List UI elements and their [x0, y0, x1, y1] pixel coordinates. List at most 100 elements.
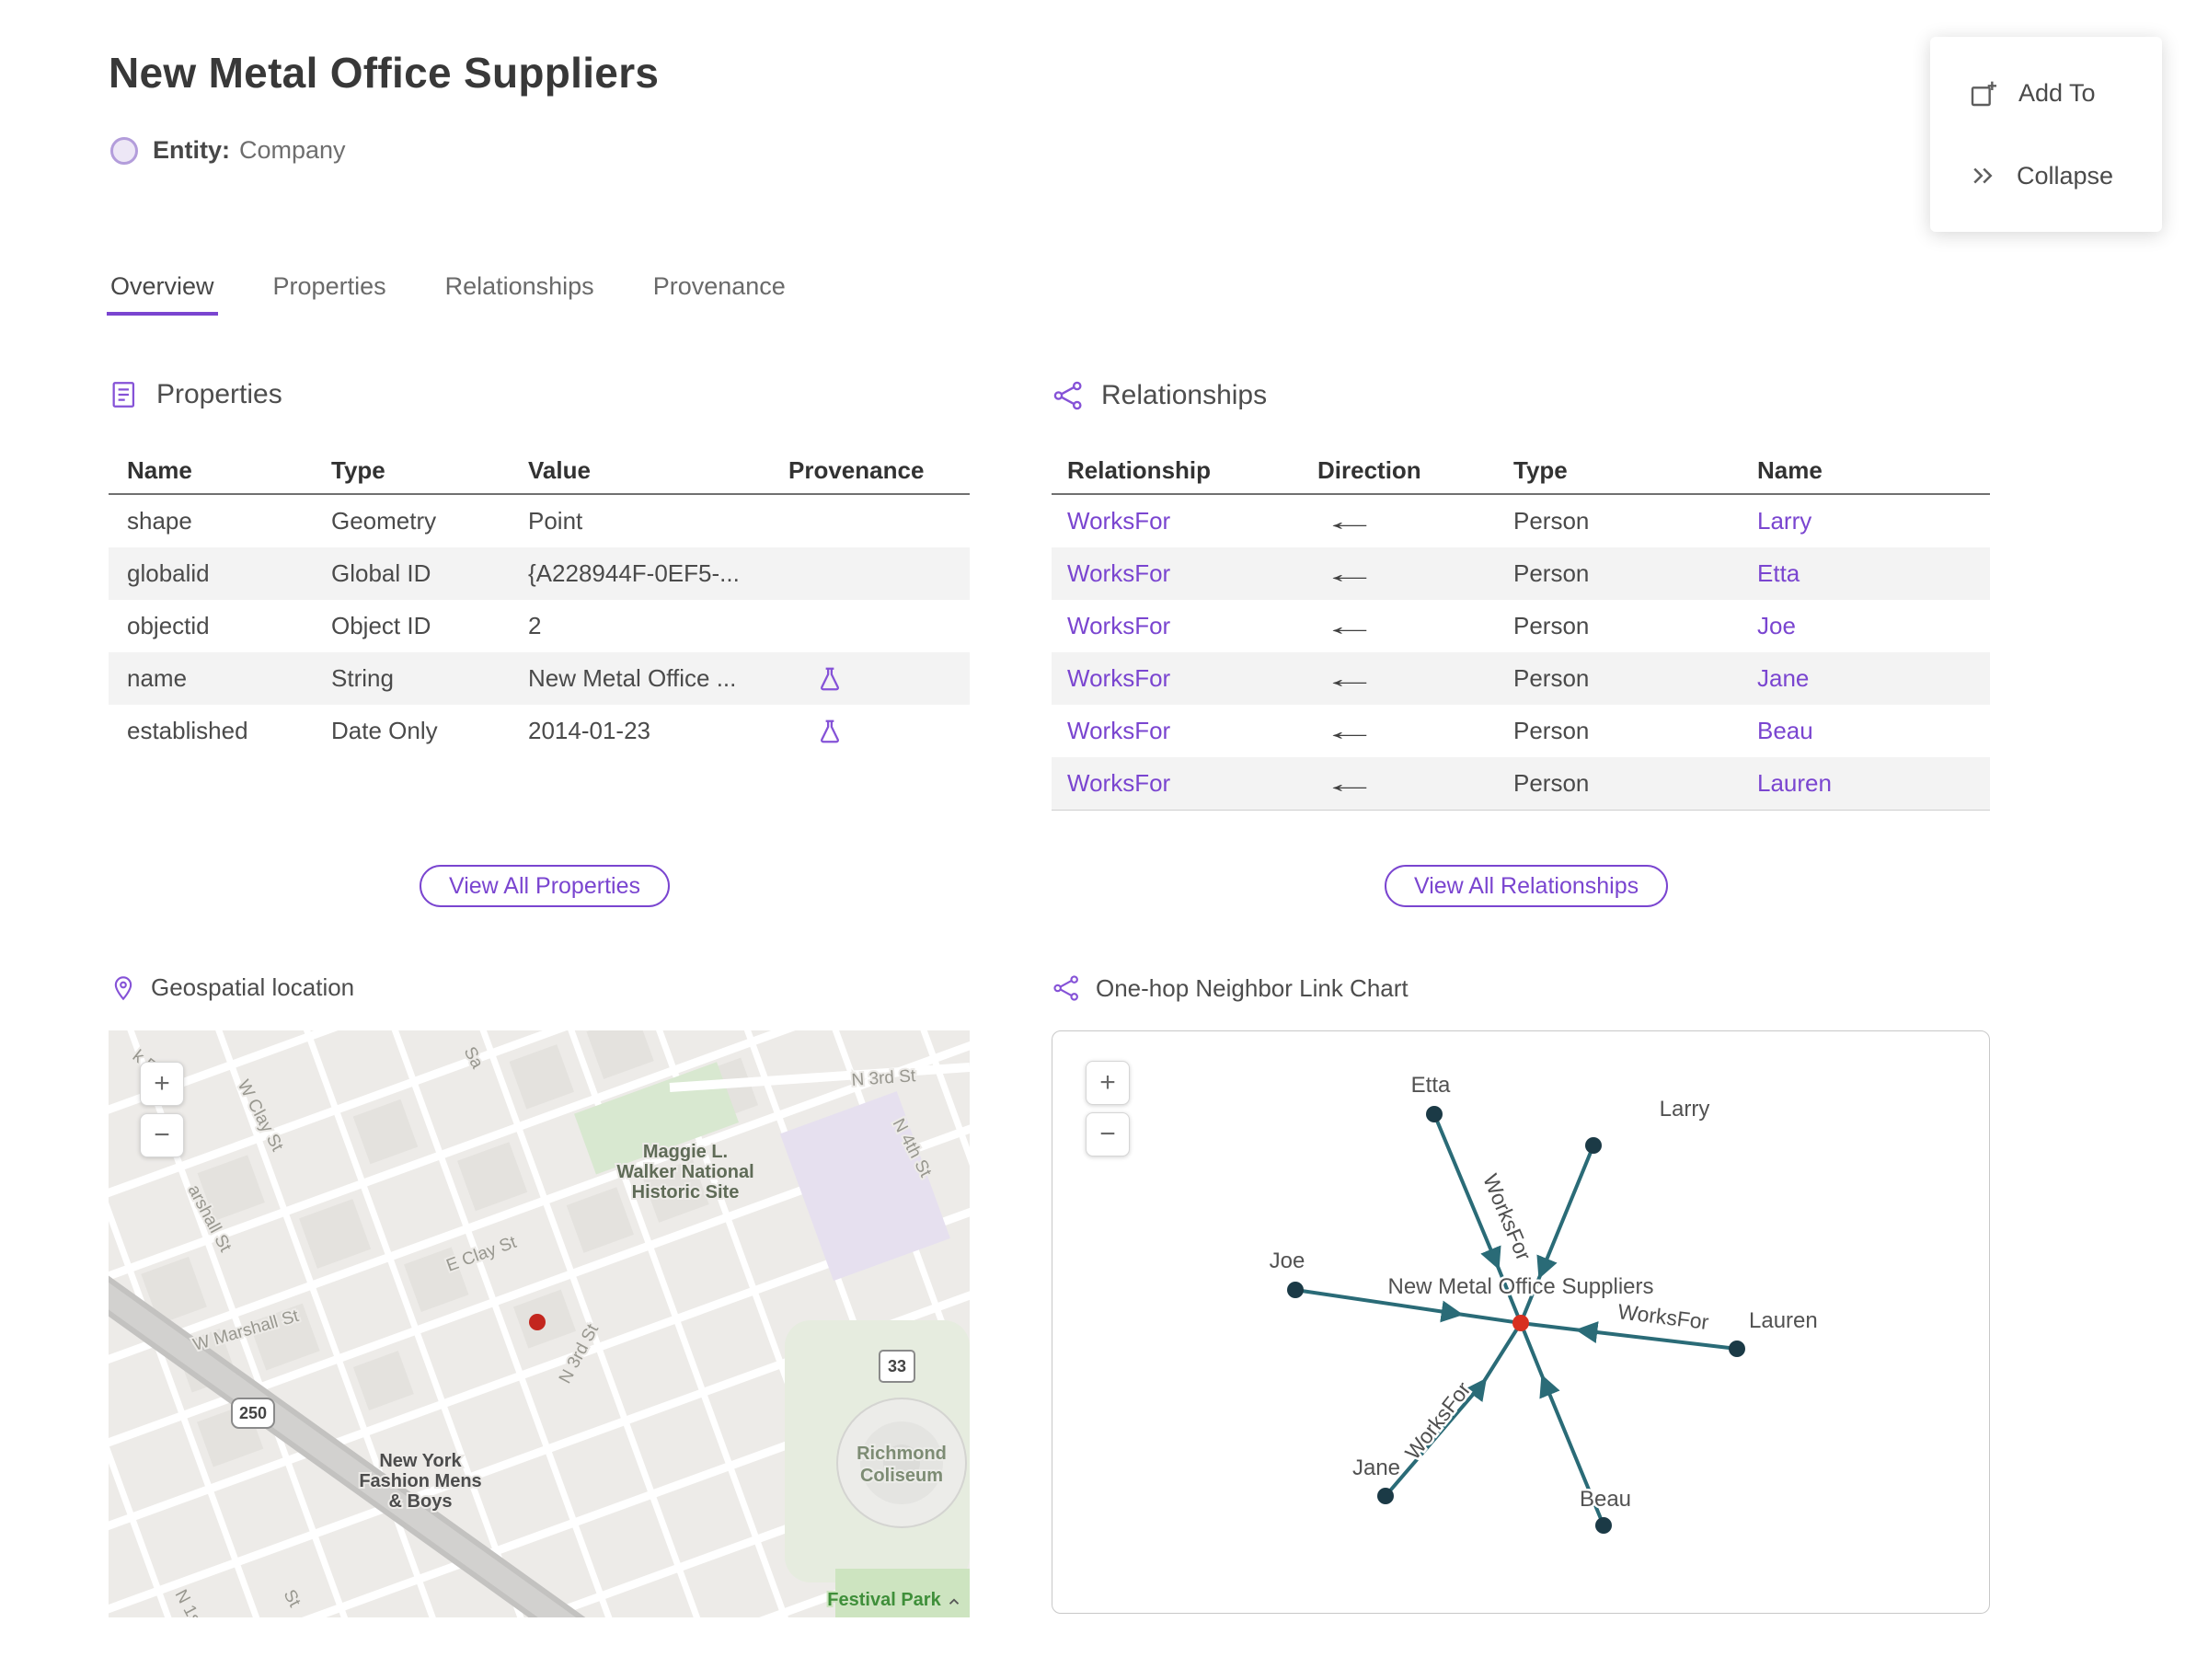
related-entity-link[interactable]: Jane [1757, 664, 1987, 693]
entity-label: Entity: [153, 136, 230, 164]
relationship-row: WorksFor ← Person Larry [1052, 495, 1990, 547]
related-entity-link[interactable]: Beau [1757, 717, 1987, 745]
direction-arrow-left-icon: ← [1321, 663, 1378, 693]
property-type: Object ID [331, 612, 431, 639]
tab-provenance[interactable]: Provenance [651, 272, 788, 316]
related-entity-link[interactable]: Joe [1757, 612, 1987, 640]
node-label-etta: Etta [1411, 1073, 1451, 1098]
properties-table: Name Type Value Provenance shape Geometr… [109, 447, 970, 757]
provenance-flask-icon[interactable] [816, 718, 970, 745]
link-chart-section-title: One-hop Neighbor Link Chart [1096, 973, 1409, 1002]
entity-row: Entity: Company [110, 136, 346, 165]
add-to-icon [1969, 79, 1998, 109]
properties-section-header: Properties [109, 379, 282, 410]
entity-type-icon [110, 136, 138, 165]
route-shield-250: 250 [231, 1398, 275, 1429]
col-provenance: Provenance [788, 455, 925, 484]
direction-arrow-left-icon: ← [1321, 768, 1378, 798]
relationship-link[interactable]: WorksFor [1067, 507, 1317, 535]
center-node-label: New Metal Office Suppliers [1387, 1274, 1653, 1299]
map-place-label: New York [379, 1451, 462, 1471]
tab-bar: Overview Properties Relationships Proven… [107, 272, 788, 316]
map-pin-icon [114, 975, 132, 1000]
col-relationship: Relationship [1067, 455, 1212, 484]
property-value: 2 [528, 612, 542, 639]
related-entity-link[interactable]: Etta [1757, 559, 1987, 588]
map-place-label: & Boys [389, 1491, 453, 1512]
relationship-row: WorksFor ← Person Beau [1052, 705, 1990, 757]
geospatial-map[interactable]: k Rd Sa W Clay St arshall St W Marshall … [109, 1030, 970, 1617]
map-zoom-out-button[interactable]: − [140, 1113, 184, 1157]
direction-arrow-left-icon: ← [1321, 558, 1378, 588]
node-larry[interactable] [1585, 1137, 1602, 1154]
tab-overview[interactable]: Overview [107, 272, 218, 316]
collapse-label: Collapse [2017, 161, 2114, 190]
node-jane[interactable] [1377, 1488, 1394, 1504]
relationships-section-title: Relationships [1101, 380, 1268, 410]
col-value: Value [528, 455, 591, 484]
link-chart-icon [1053, 975, 1078, 1001]
node-etta[interactable] [1426, 1106, 1443, 1122]
add-to-button[interactable]: Add To [1969, 79, 2162, 109]
property-row: name String New Metal Office ... [109, 652, 970, 705]
relationship-link[interactable]: WorksFor [1067, 769, 1317, 798]
relationship-link[interactable]: WorksFor [1067, 717, 1317, 745]
related-entity-link[interactable]: Larry [1757, 507, 1987, 535]
link-chart[interactable]: WorksFor WorksFor WorksFor Etta Larry Jo… [1052, 1030, 1990, 1614]
property-type: Date Only [331, 717, 438, 744]
col-name: Name [127, 455, 192, 484]
chart-zoom-out-button[interactable]: − [1086, 1112, 1130, 1156]
page-title: New Metal Office Suppliers [109, 49, 660, 97]
relationship-link[interactable]: WorksFor [1067, 612, 1317, 640]
property-value: {A228944F-0EF5-... [528, 559, 740, 587]
related-entity-link[interactable]: Lauren [1757, 769, 1987, 798]
chart-zoom-in-button[interactable]: + [1086, 1061, 1130, 1105]
node-label-joe: Joe [1270, 1248, 1305, 1273]
relationship-link[interactable]: WorksFor [1067, 559, 1317, 588]
link-chart-section-header: One-hop Neighbor Link Chart [1052, 973, 1409, 1003]
node-center[interactable] [1512, 1315, 1529, 1331]
tab-properties[interactable]: Properties [271, 272, 388, 316]
property-value: 2014-01-23 [528, 717, 650, 744]
map-entity-marker[interactable] [529, 1314, 546, 1330]
svg-text:33: 33 [888, 1357, 906, 1375]
property-type: String [331, 664, 394, 692]
entity-type-value: Company [239, 136, 346, 164]
property-name: established [127, 717, 248, 744]
node-beau[interactable] [1595, 1517, 1612, 1534]
direction-arrow-left-icon: ← [1321, 506, 1378, 535]
property-type: Geometry [331, 507, 437, 535]
direction-arrow-left-icon: ← [1321, 716, 1378, 745]
geospatial-section-header: Geospatial location [110, 973, 354, 1002]
edge-label: WorksFor [1616, 1299, 1710, 1334]
tab-relationships[interactable]: Relationships [443, 272, 596, 316]
action-panel: Add To Collapse [1930, 37, 2162, 232]
node-joe[interactable] [1287, 1282, 1304, 1298]
node-label-lauren: Lauren [1749, 1308, 1818, 1333]
property-row: globalid Global ID {A228944F-0EF5-... [109, 547, 970, 600]
property-value: Point [528, 507, 583, 535]
link-chart-canvas: WorksFor WorksFor WorksFor Etta Larry Jo… [1267, 1071, 1820, 1534]
view-all-relationships-button[interactable]: View All Relationships [1385, 865, 1669, 907]
col-type: Type [331, 455, 385, 484]
route-shield-33: 33 [879, 1350, 915, 1383]
property-row: objectid Object ID 2 [109, 600, 970, 652]
svg-text:250: 250 [239, 1404, 267, 1422]
map-place-label: Walker National [616, 1162, 753, 1182]
relationship-row: WorksFor ← Person Joe [1052, 600, 1990, 652]
map-attribution-expander[interactable] [942, 1590, 966, 1614]
property-name: globalid [127, 559, 210, 587]
provenance-flask-icon[interactable] [816, 665, 970, 693]
node-label-jane: Jane [1352, 1456, 1400, 1480]
relationship-link[interactable]: WorksFor [1067, 664, 1317, 693]
map-zoom-in-button[interactable]: + [140, 1062, 184, 1106]
document-icon [112, 382, 135, 408]
node-lauren[interactable] [1729, 1341, 1745, 1357]
relationships-table-header: Relationship Direction Type Name [1052, 447, 1990, 495]
collapse-button[interactable]: Collapse [1969, 162, 2162, 190]
property-value: New Metal Office ... [528, 664, 737, 692]
edge-label: WorksFor [1400, 1377, 1476, 1464]
node-label-larry: Larry [1660, 1097, 1710, 1122]
col-name: Name [1757, 455, 1823, 484]
view-all-properties-button[interactable]: View All Properties [420, 865, 670, 907]
